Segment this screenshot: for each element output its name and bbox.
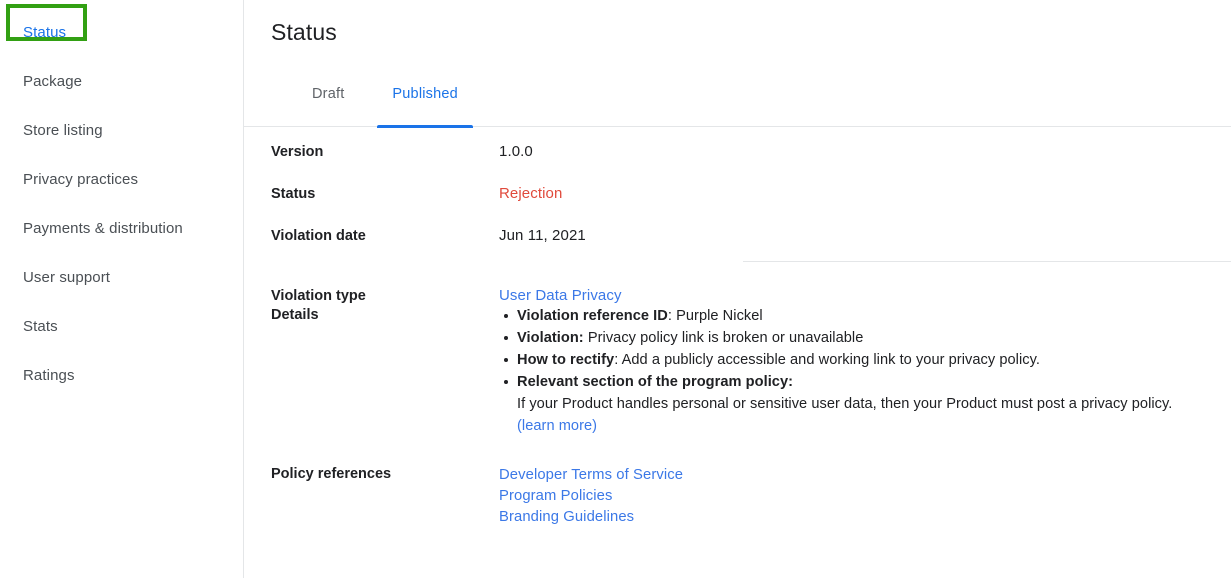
sidebar-item-user-support[interactable]: User support [0, 253, 243, 302]
detail-label-policy-references: Policy references [271, 466, 392, 482]
sidebar: Status Package Store listing Privacy pra… [0, 0, 244, 578]
tab-underline [377, 125, 473, 128]
bullet-separator: : [667, 308, 677, 324]
policy-link-branding-guidelines[interactable]: Branding Guidelines [499, 507, 1221, 528]
list-item: Violation: Privacy policy link is broken… [504, 327, 1221, 349]
details-bullet-list: Violation reference ID: Purple Nickel Vi… [499, 305, 1221, 437]
sidebar-item-label: User support [23, 269, 111, 286]
bullet-text: Add a publicly accessible and working li… [621, 352, 1040, 368]
tab-bar: Draft Published [244, 84, 1231, 128]
sidebar-item-payments-distribution[interactable]: Payments & distribution [0, 204, 243, 253]
list-item: Relevant section of the program policy: … [504, 371, 1221, 437]
tab-draft[interactable]: Draft [288, 84, 368, 127]
detail-value-violation-date: Jun 11, 2021 [499, 227, 586, 244]
detail-label-details: Details [271, 307, 319, 323]
detail-value-details: Violation reference ID: Purple Nickel Vi… [499, 305, 1231, 437]
detail-label-status: Status [271, 186, 316, 202]
detail-value-violation-type: User Data Privacy [499, 287, 1231, 305]
policy-link-program-policies[interactable]: Program Policies [499, 486, 1221, 507]
sidebar-item-label: Ratings [23, 367, 75, 384]
bullet-term: Relevant section of the program policy: [517, 374, 794, 390]
bullet-term: How to rectify [517, 352, 615, 368]
tab-label: Draft [312, 86, 345, 102]
sidebar-item-package[interactable]: Package [0, 57, 243, 106]
app-root: Status Package Store listing Privacy pra… [0, 0, 1231, 578]
detail-row-version: Version 1.0.0 [244, 143, 1231, 185]
sidebar-item-store-listing[interactable]: Store listing [0, 106, 243, 155]
status-details: Version 1.0.0 Status Rejection Violation… [244, 143, 1231, 528]
policy-link-developer-terms[interactable]: Developer Terms of Service [499, 465, 1221, 486]
sidebar-item-stats[interactable]: Stats [0, 302, 243, 351]
sidebar-item-label: Status [23, 24, 67, 41]
policy-reference-links: Developer Terms of Service Program Polic… [499, 465, 1231, 528]
bullet-separator: : [614, 352, 622, 368]
sidebar-item-label: Privacy practices [23, 171, 139, 188]
tab-label: Published [392, 86, 458, 102]
detail-row-status: Status Rejection [244, 185, 1231, 227]
detail-label-violation-date: Violation date [271, 228, 366, 244]
section-divider [743, 261, 1231, 262]
sidebar-item-status[interactable]: Status [0, 8, 243, 57]
learn-more-link[interactable]: (learn more) [517, 418, 597, 434]
sidebar-item-label: Package [23, 73, 83, 90]
detail-row-violation-type: Violation type User Data Privacy [244, 262, 1231, 305]
sidebar-item-label: Stats [23, 318, 58, 335]
bullet-term: Violation: [517, 330, 584, 346]
detail-row-violation-date: Violation date Jun 11, 2021 [244, 227, 1231, 261]
list-item: How to rectify: Add a publicly accessibl… [504, 349, 1221, 371]
page-title: Status [271, 19, 337, 45]
bullet-text: Purple Nickel [676, 308, 763, 324]
main-content: Status Draft Published Version 1.0.0 Sta… [244, 0, 1231, 578]
tab-list: Draft Published [288, 84, 482, 128]
bullet-term: Violation reference ID [517, 308, 668, 324]
detail-value-version: 1.0.0 [499, 143, 533, 160]
detail-row-details: Details Violation reference ID: Purple N… [244, 305, 1231, 437]
sidebar-item-label: Payments & distribution [23, 220, 183, 237]
detail-label-violation-type: Violation type [271, 288, 366, 304]
policy-excerpt: If your Product handles personal or sens… [517, 396, 1173, 412]
sidebar-item-privacy-practices[interactable]: Privacy practices [0, 155, 243, 204]
bullet-text: Privacy policy link is broken or unavail… [587, 330, 864, 346]
detail-label-version: Version [271, 144, 324, 160]
list-item: Violation reference ID: Purple Nickel [504, 305, 1221, 327]
tab-published[interactable]: Published [368, 84, 482, 128]
detail-row-policy-references: Policy references Developer Terms of Ser… [244, 437, 1231, 528]
status-badge: Rejection [499, 185, 563, 202]
violation-type-link[interactable]: User Data Privacy [499, 287, 622, 304]
sidebar-item-label: Store listing [23, 122, 103, 139]
sidebar-item-ratings[interactable]: Ratings [0, 351, 243, 400]
